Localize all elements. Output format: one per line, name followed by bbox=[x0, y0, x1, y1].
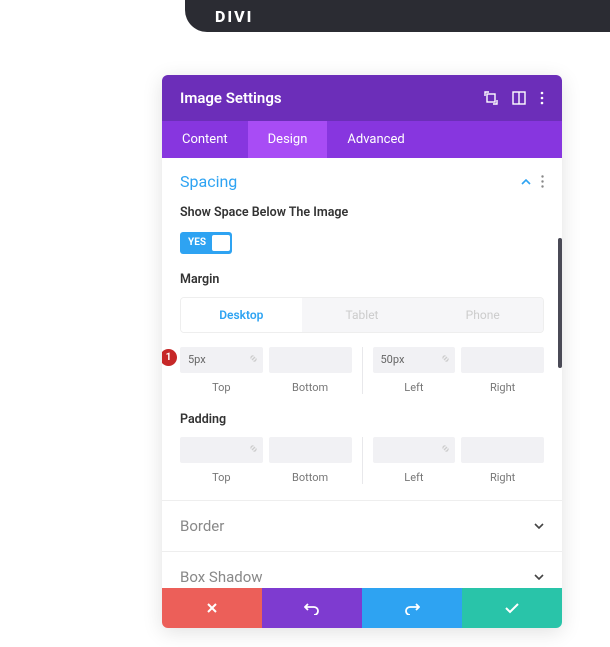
settings-panel: Image Settings Content Design Advanced S… bbox=[162, 75, 562, 628]
link-icon[interactable] bbox=[248, 353, 259, 364]
kebab-icon[interactable] bbox=[540, 91, 544, 105]
top-bar: DIVI bbox=[185, 0, 610, 32]
header-icons bbox=[484, 91, 544, 105]
scrollbar[interactable] bbox=[558, 238, 562, 368]
margin-inputs: 1 Top Bottom bbox=[180, 347, 544, 394]
tab-design[interactable]: Design bbox=[248, 121, 328, 158]
step-badge: 1 bbox=[162, 349, 177, 366]
link-icon[interactable] bbox=[440, 353, 451, 364]
toggle-knob bbox=[212, 235, 230, 251]
redo-button[interactable] bbox=[362, 588, 462, 628]
brand-logo: DIVI bbox=[215, 7, 253, 26]
margin-right-label: Right bbox=[490, 381, 515, 394]
divider bbox=[362, 347, 363, 394]
accordion-border[interactable]: Border bbox=[162, 501, 562, 552]
padding-label: Padding bbox=[180, 412, 544, 427]
snap-icon[interactable] bbox=[512, 91, 526, 105]
accordion-label: Box Shadow bbox=[180, 568, 263, 586]
show-space-toggle[interactable]: YES bbox=[180, 232, 232, 254]
undo-button[interactable] bbox=[262, 588, 362, 628]
margin-label: Margin bbox=[180, 272, 544, 287]
device-tabs: Desktop Tablet Phone bbox=[180, 297, 544, 333]
panel-title: Image Settings bbox=[180, 89, 282, 107]
device-tablet[interactable]: Tablet bbox=[302, 298, 423, 332]
link-icon[interactable] bbox=[248, 443, 259, 454]
padding-inputs: Top Bottom Left bbox=[180, 437, 544, 484]
padding-right-input[interactable] bbox=[461, 437, 544, 463]
toggle-value: YES bbox=[188, 237, 206, 248]
accordion-label: Border bbox=[180, 517, 224, 535]
save-button[interactable] bbox=[462, 588, 562, 628]
panel-footer bbox=[162, 588, 562, 628]
accordion-box-shadow[interactable]: Box Shadow bbox=[162, 552, 562, 589]
chevron-up-icon[interactable] bbox=[521, 179, 531, 185]
section-spacing-header[interactable]: Spacing bbox=[162, 158, 562, 205]
padding-left-label: Left bbox=[404, 471, 423, 484]
tab-advanced[interactable]: Advanced bbox=[327, 121, 424, 158]
link-icon[interactable] bbox=[440, 443, 451, 454]
padding-bottom-input[interactable] bbox=[269, 437, 352, 463]
section-kebab-icon[interactable] bbox=[541, 175, 544, 188]
chevron-down-icon bbox=[534, 523, 544, 529]
panel-body: Spacing Show Space Below The Image YES M… bbox=[162, 158, 562, 588]
margin-left-label: Left bbox=[404, 381, 423, 394]
padding-top-label: Top bbox=[212, 471, 230, 484]
chevron-down-icon bbox=[534, 574, 544, 580]
margin-top-label: Top bbox=[212, 381, 230, 394]
section-title: Spacing bbox=[180, 172, 237, 191]
toggle-label: Show Space Below The Image bbox=[180, 205, 544, 220]
panel-header: Image Settings bbox=[162, 75, 562, 121]
device-phone[interactable]: Phone bbox=[422, 298, 543, 332]
margin-bottom-label: Bottom bbox=[292, 381, 328, 394]
divider bbox=[362, 437, 363, 484]
cancel-button[interactable] bbox=[162, 588, 262, 628]
margin-bottom-input[interactable] bbox=[269, 347, 352, 373]
margin-right-input[interactable] bbox=[461, 347, 544, 373]
tab-row: Content Design Advanced bbox=[162, 121, 562, 158]
device-desktop[interactable]: Desktop bbox=[181, 298, 302, 332]
accordion-list: Border Box Shadow Filters Transform bbox=[162, 500, 562, 589]
tab-content[interactable]: Content bbox=[162, 121, 248, 158]
padding-right-label: Right bbox=[490, 471, 515, 484]
padding-bottom-label: Bottom bbox=[292, 471, 328, 484]
expand-icon[interactable] bbox=[484, 91, 498, 105]
